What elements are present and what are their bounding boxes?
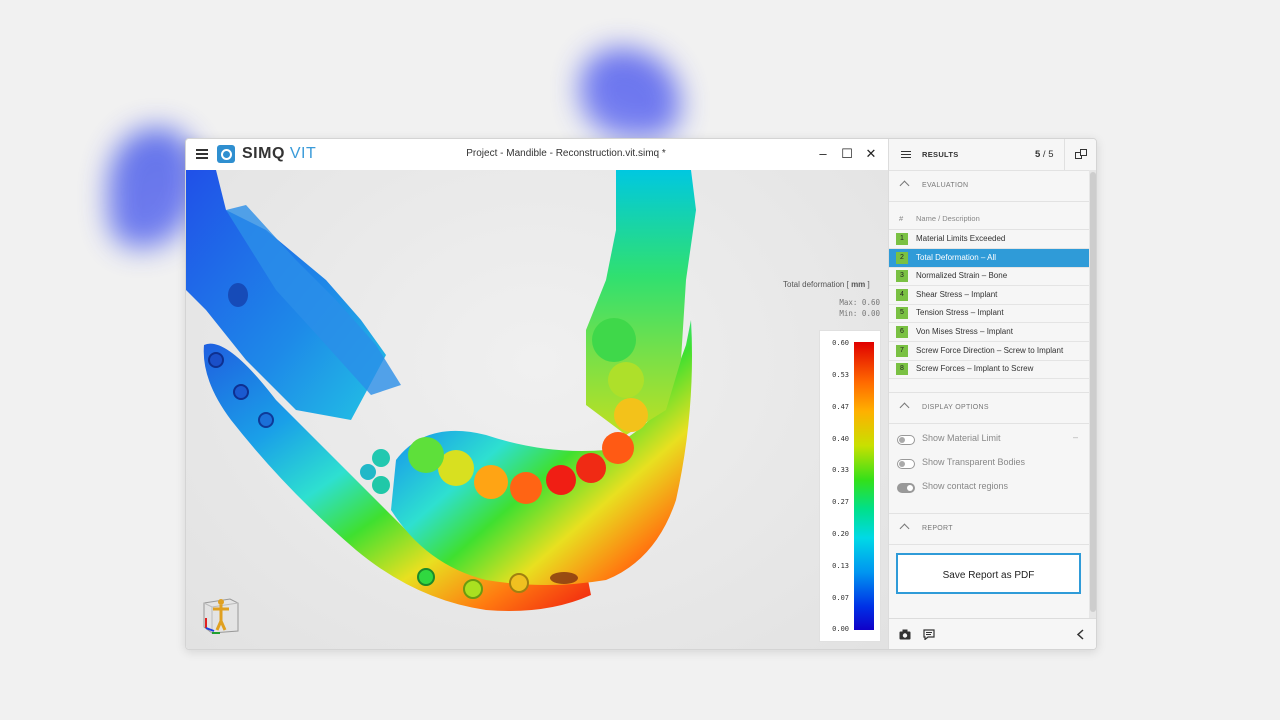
result-number-badge: 2 [896,252,908,264]
chevron-up-icon [899,180,910,191]
result-item-normalized-strain[interactable]: 3 Normalized Strain – Bone [889,267,1089,286]
option-label: Show Transparent Bodies [922,457,1026,467]
toggle-switch[interactable] [897,483,915,493]
result-number-badge: 7 [896,345,908,357]
result-number-badge: 1 [896,233,908,245]
legend-tick: 0.00 [832,625,849,633]
evaluation-section-toggle[interactable]: EVALUATION [889,171,1089,202]
logo-primary-text: SIMQ [242,145,285,162]
column-name: Name / Description [916,214,980,223]
chevron-up-icon [899,523,910,534]
results-panel: RESULTS 5 / 5 EVALUATION # Name / Descri… [888,139,1096,649]
result-item-total-deformation[interactable]: 2 Total Deformation – All [889,249,1089,268]
result-label: Shear Stress – Implant [916,290,998,299]
legend-tick: 0.33 [832,466,849,474]
result-item-screw-forces[interactable]: 8 Screw Forces – Implant to Screw [889,360,1089,379]
minimize-button[interactable]: – [816,146,830,162]
legend-tick: 0.13 [832,562,849,570]
mandible-model[interactable] [186,170,888,649]
legend-tick: 0.07 [832,594,849,602]
results-column-header: # Name / Description [889,207,1089,230]
toggle-switch[interactable] [897,435,915,445]
legend-title: Total deformation [ mm ] [783,280,870,289]
result-label: Normalized Strain – Bone [916,271,1008,280]
title-bar: SIMQ VIT Project - Mandible - Reconstruc… [186,139,888,171]
column-number: # [899,214,904,223]
legend-max: Max: 0.60 [839,298,880,307]
report-section-toggle[interactable]: REPORT [889,513,1089,545]
option-show-material-limit[interactable]: Show Material Limit – [889,431,1089,451]
evaluation-header: EVALUATION [922,182,969,189]
legend-tick: 0.47 [832,403,849,411]
legend-tick: 0.27 [832,498,849,506]
legend-tick: 0.40 [832,435,849,443]
result-label: Tension Stress – Implant [916,308,1004,317]
3d-viewport[interactable]: Total deformation [ mm ] Max: 0.60 Min: … [186,170,888,649]
simq-logo-icon [217,145,235,163]
result-item-shear-stress[interactable]: 4 Shear Stress – Implant [889,286,1089,305]
legend-tick: 0.20 [832,530,849,538]
legend-tick: 0.53 [832,371,849,379]
legend-tick: 0.60 [832,339,849,347]
app-logo: SIMQ VIT [242,145,316,163]
option-label: Show contact regions [922,481,1009,491]
comment-icon[interactable] [923,629,935,640]
scrollbar-thumb[interactable] [1090,172,1096,612]
result-label: Screw Force Direction – Screw to Implant [916,346,1064,355]
result-number-badge: 3 [896,270,908,282]
close-button[interactable]: ✕ [864,146,878,162]
legend-unit: mm [851,280,866,289]
result-number-badge: 5 [896,307,908,319]
maximize-button[interactable]: ☐ [840,146,854,162]
detach-window-icon[interactable] [1075,149,1087,159]
result-number-badge: 8 [896,363,908,375]
color-legend: 0.60 0.53 0.47 0.40 0.33 0.27 0.20 0.13 … [819,330,881,642]
orientation-cube-icon[interactable] [200,593,242,635]
result-number-badge: 4 [896,289,908,301]
legend-unit-close: ] [865,280,870,289]
option-label: Show Material Limit [922,433,1001,443]
header-divider [1064,139,1065,170]
hamburger-icon[interactable] [196,147,208,161]
option-suffix: – [1073,432,1079,442]
counter-total: 5 [1048,149,1054,160]
report-header: REPORT [922,525,953,532]
chevron-up-icon [899,402,910,413]
result-counter: 5 / 5 [1035,149,1054,160]
app-window: SIMQ VIT Project - Mandible - Reconstruc… [185,138,1097,650]
result-item-tension-stress[interactable]: 5 Tension Stress – Implant [889,304,1089,323]
display-options-section-toggle[interactable]: DISPLAY OPTIONS [889,392,1089,424]
document-title: Project - Mandible - Reconstruction.vit.… [466,148,666,159]
result-label: Screw Forces – Implant to Screw [916,364,1034,373]
legend-range: Max: 0.60 Min: 0.00 [826,297,880,319]
result-item-screw-force-direction[interactable]: 7 Screw Force Direction – Screw to Impla… [889,342,1089,361]
toggle-switch[interactable] [897,459,915,469]
result-label: Von Mises Stress – Implant [916,327,1013,336]
results-header: RESULTS 5 / 5 [889,139,1096,171]
results-title: RESULTS [922,150,959,159]
camera-icon[interactable] [899,629,911,640]
legend-title-text: Total deformation [783,280,845,289]
logo-secondary-text: VIT [289,145,317,162]
background-shape-top [580,48,680,138]
save-report-pdf-button[interactable]: Save Report as PDF [896,553,1081,594]
result-label: Material Limits Exceeded [916,234,1006,243]
color-scale-bar [854,342,874,630]
display-options-header: DISPLAY OPTIONS [922,404,989,411]
list-icon[interactable] [901,149,911,159]
result-item-material-limits[interactable]: 1 Material Limits Exceeded [889,230,1089,249]
result-label: Total Deformation – All [916,253,997,262]
panel-footer [889,618,1096,649]
result-item-von-mises[interactable]: 6 Von Mises Stress – Implant [889,323,1089,342]
result-number-badge: 6 [896,326,908,338]
option-show-contact-regions[interactable]: Show contact regions [889,479,1089,499]
chevron-left-icon[interactable] [1075,629,1087,640]
legend-min: Min: 0.00 [839,309,880,318]
option-show-transparent-bodies[interactable]: Show Transparent Bodies [889,455,1089,475]
